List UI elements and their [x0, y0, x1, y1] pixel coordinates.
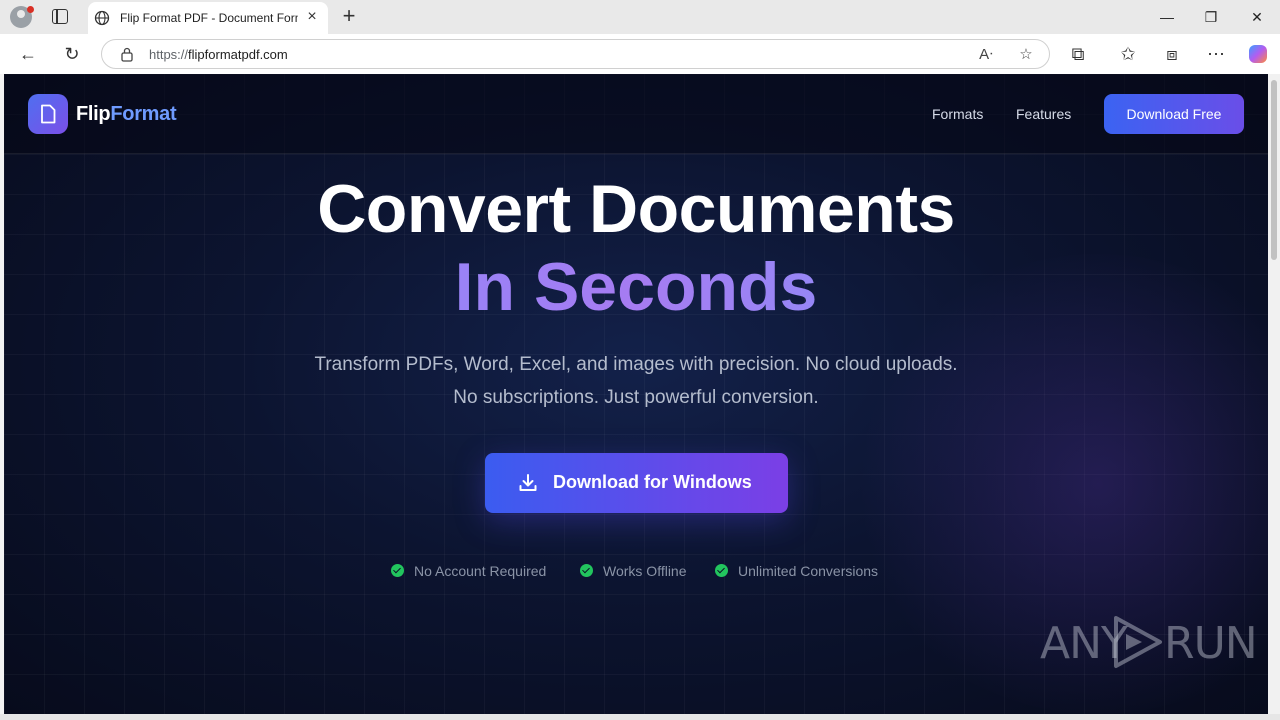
extensions-icon[interactable]: ⧉	[1066, 42, 1090, 66]
anyrun-watermark: ANY RUN	[1040, 610, 1258, 670]
nav-link-formats[interactable]: Formats	[932, 106, 983, 122]
collections-icon[interactable]: ⧈	[1160, 42, 1184, 66]
favorite-star-icon[interactable]: ☆	[1016, 45, 1036, 65]
browser-toolbar: ← ↻ https://flipformatpdf.com Aᐧ ☆ ⧉ ✩ ⧈…	[0, 34, 1280, 74]
close-window-icon[interactable]: ✕	[1246, 6, 1268, 28]
notification-dot	[27, 6, 34, 13]
page-scrollbar[interactable]	[1268, 74, 1280, 714]
play-icon	[1114, 616, 1162, 668]
check-icon	[391, 564, 404, 577]
cta-label: Download for Windows	[553, 472, 752, 492]
back-icon[interactable]: ←	[16, 42, 40, 66]
feature-label: Works Offline	[603, 563, 687, 579]
minimize-icon[interactable]: —	[1156, 6, 1178, 28]
hero-subtitle: In Seconds	[4, 248, 1268, 326]
address-bar[interactable]: https://flipformatpdf.com Aᐧ ☆	[101, 39, 1050, 69]
new-tab-icon[interactable]: +	[338, 5, 360, 27]
watermark-right-text: RUN	[1164, 618, 1258, 669]
tab-close-icon[interactable]: ×	[304, 9, 320, 25]
scrollbar-thumb[interactable]	[1271, 80, 1277, 260]
check-icon	[715, 564, 728, 577]
download-for-windows-button[interactable]: Download for Windows	[485, 453, 788, 513]
feature-label: No Account Required	[414, 563, 547, 579]
site-navbar: FlipFormat Formats Features Download Fre…	[4, 74, 1268, 154]
favorites-icon[interactable]: ✩	[1116, 42, 1140, 66]
lock-icon[interactable]	[120, 47, 134, 62]
hero-description: Transform PDFs, Word, Excel, and images …	[314, 354, 958, 408]
copilot-icon[interactable]	[1246, 42, 1270, 66]
read-aloud-icon[interactable]: Aᐧ	[976, 45, 996, 65]
url-text[interactable]: https://flipformatpdf.com	[149, 47, 288, 62]
download-icon	[519, 474, 537, 491]
bottom-edge	[0, 714, 1280, 720]
globe-icon	[94, 10, 110, 26]
logo-text[interactable]: FlipFormat	[76, 103, 177, 126]
hero-title: Convert Documents	[317, 171, 955, 247]
tab-actions-icon[interactable]	[52, 9, 68, 24]
more-options-icon[interactable]: ⋯	[1204, 42, 1228, 66]
browser-tab[interactable]: Flip Format PDF - Document Form ×	[88, 2, 328, 34]
nav-link-features[interactable]: Features	[1016, 106, 1071, 122]
restore-icon[interactable]: ❐	[1200, 6, 1222, 28]
browser-tab-bar: Flip Format PDF - Document Form × + — ❐ …	[0, 0, 1280, 34]
feature-label: Unlimited Conversions	[738, 563, 879, 579]
download-free-button[interactable]: Download Free	[1104, 94, 1244, 134]
refresh-icon[interactable]: ↻	[60, 42, 84, 66]
document-icon	[41, 104, 56, 124]
tab-title: Flip Format PDF - Document Form	[120, 11, 298, 25]
page-viewport: FlipFormat Formats Features Download Fre…	[4, 74, 1268, 714]
logo-mark[interactable]	[28, 94, 68, 134]
check-icon	[580, 564, 593, 577]
feature-list: No Account Required Works Offline Unlimi…	[4, 562, 1268, 582]
